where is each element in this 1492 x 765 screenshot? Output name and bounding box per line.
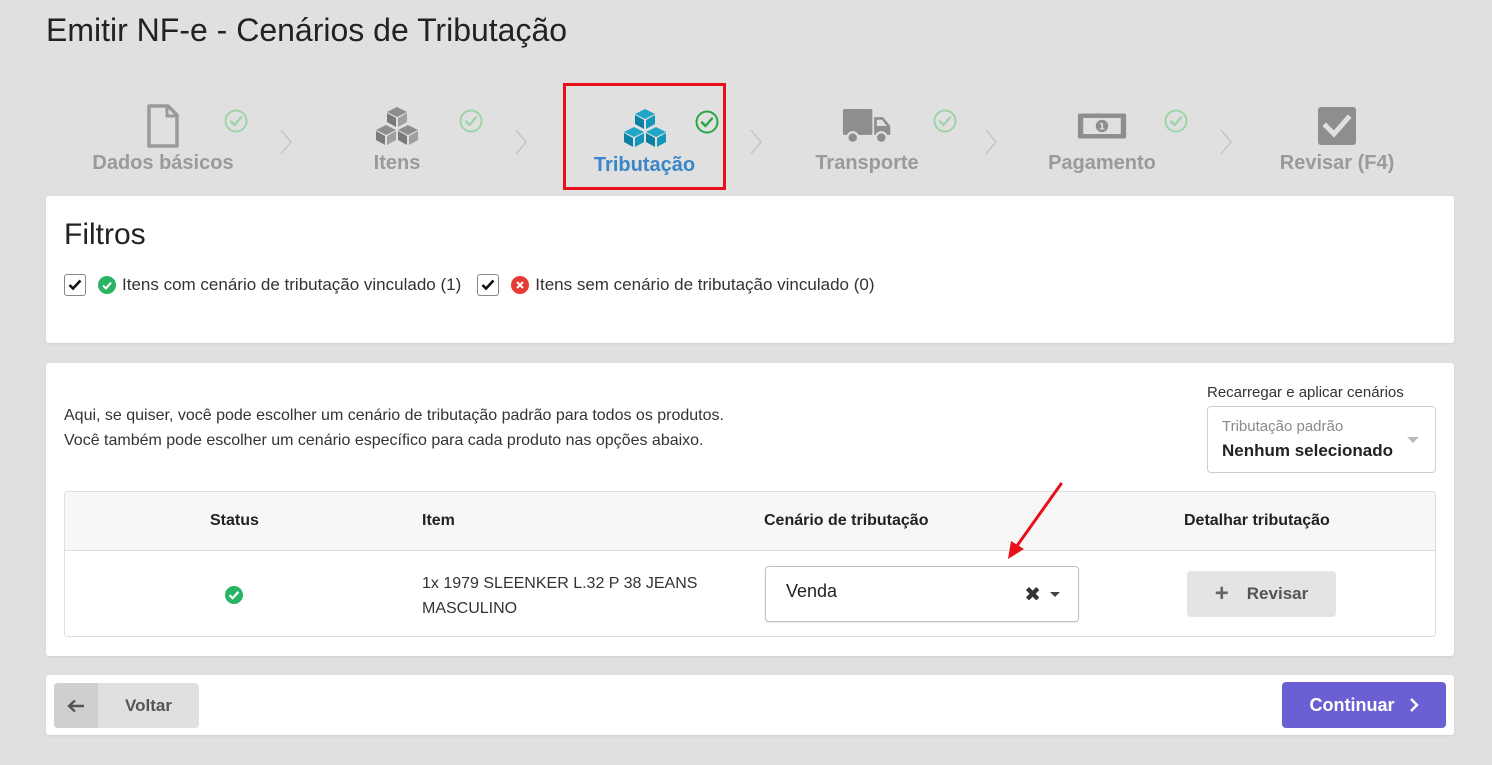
step-label: Revisar (F4)	[1279, 152, 1395, 174]
continue-button-label: Continuar	[1309, 694, 1395, 715]
arrow-left-icon	[54, 683, 98, 728]
step-revisar[interactable]: Revisar (F4)	[1220, 84, 1454, 190]
filter-with-scenario-label: Itens com cenário de tributação vinculad…	[122, 275, 462, 294]
intro-line: Você também pode escolher um cenário esp…	[64, 432, 704, 449]
caret-down-icon[interactable]	[1050, 592, 1060, 597]
check-circle-icon	[225, 586, 243, 604]
header-status: Status	[210, 512, 259, 529]
check-circle-icon	[459, 109, 483, 133]
item-description: 1x 1979 SLEENKER L.32 P 38 JEANS MASCULI…	[422, 575, 698, 617]
header-detail: Detalhar tributação	[1184, 512, 1330, 529]
revisar-label: Revisar	[1246, 584, 1309, 603]
step-label: Pagamento	[1048, 152, 1156, 174]
filter-without-scenario-label: Itens sem cenário de tributação vinculad…	[535, 275, 875, 294]
check-circle-icon	[1164, 109, 1188, 133]
back-button[interactable]: Voltar	[54, 683, 199, 728]
checkbox-icon	[1312, 104, 1362, 148]
svg-text:1: 1	[1099, 123, 1105, 133]
filter-without-scenario[interactable]: Itens sem cenário de tributação vinculad…	[477, 274, 875, 296]
items-table: Status Item Cenário de tributação Detalh…	[64, 491, 1436, 637]
filter-with-scenario[interactable]: Itens com cenário de tributação vinculad…	[64, 274, 461, 296]
check-circle-icon	[98, 276, 116, 294]
back-button-label: Voltar	[125, 695, 172, 715]
table-header: Status Item Cenário de tributação Detalh…	[65, 492, 1435, 551]
money-icon: 1	[1077, 104, 1127, 148]
truck-icon	[842, 104, 892, 148]
check-circle-icon	[933, 109, 957, 133]
scenario-select-value: Venda	[786, 581, 838, 601]
cubes-icon	[620, 106, 670, 150]
error-circle-icon	[511, 276, 530, 294]
scenario-select[interactable]: Venda ✖	[765, 566, 1079, 622]
cubes-icon	[372, 104, 422, 148]
filter-with-scenario-checkbox[interactable]	[64, 274, 86, 296]
chevron-right-icon	[1409, 697, 1419, 713]
default-tax-select-label: Tributação padrão	[1222, 418, 1344, 435]
clear-icon[interactable]: ✖	[1024, 585, 1041, 605]
step-transporte[interactable]: Transporte	[750, 84, 984, 190]
step-label: Transporte	[815, 152, 919, 174]
default-tax-select-value: Nenhum selecionado	[1222, 441, 1393, 460]
default-tax-select[interactable]: Tributação padrão Nenhum selecionado	[1207, 406, 1436, 473]
check-circle-icon	[224, 109, 248, 133]
table-row: 1x 1979 SLEENKER L.32 P 38 JEANS MASCULI…	[65, 551, 1435, 636]
filters-title: Filtros	[64, 218, 146, 251]
step-label: Itens	[373, 152, 421, 174]
check-circle-icon	[695, 110, 719, 134]
step-dados-basicos[interactable]: Dados básicos	[46, 84, 280, 190]
filter-without-scenario-checkbox[interactable]	[477, 274, 500, 296]
footer-bar: Voltar Continuar	[46, 675, 1454, 735]
scenarios-panel: Aqui, se quiser, você pode escolher um c…	[46, 363, 1454, 656]
step-pagamento[interactable]: 1 Pagamento	[985, 84, 1219, 190]
step-label: Tributação	[593, 154, 696, 176]
plus-icon: +	[1214, 580, 1229, 607]
header-scenario: Cenário de tributação	[764, 512, 929, 529]
revisar-button[interactable]: + Revisar	[1187, 571, 1336, 617]
filters-row: Itens com cenário de tributação vinculad…	[64, 274, 891, 296]
step-tributacao[interactable]: Tributação	[563, 83, 726, 190]
caret-down-icon	[1407, 437, 1419, 443]
reload-scenarios-label: Recarregar e aplicar cenários	[1207, 384, 1404, 401]
continue-button[interactable]: Continuar	[1282, 682, 1446, 728]
annotation-arrow	[1008, 482, 1063, 559]
page-title: Emitir NF-e - Cenários de Tributação	[46, 12, 568, 48]
document-icon	[138, 104, 188, 148]
step-itens[interactable]: Itens	[280, 84, 514, 190]
intro-line: Aqui, se quiser, você pode escolher um c…	[64, 407, 724, 424]
scenarios-intro: Aqui, se quiser, você pode escolher um c…	[64, 403, 724, 453]
filters-panel: Filtros Itens com cenário de tributação …	[46, 196, 1454, 343]
header-item: Item	[422, 512, 455, 529]
step-label: Dados básicos	[92, 152, 234, 174]
wizard-stepper: Dados básicos Itens Tributação Transport…	[46, 83, 1454, 190]
chevron-right-icon	[514, 128, 528, 156]
